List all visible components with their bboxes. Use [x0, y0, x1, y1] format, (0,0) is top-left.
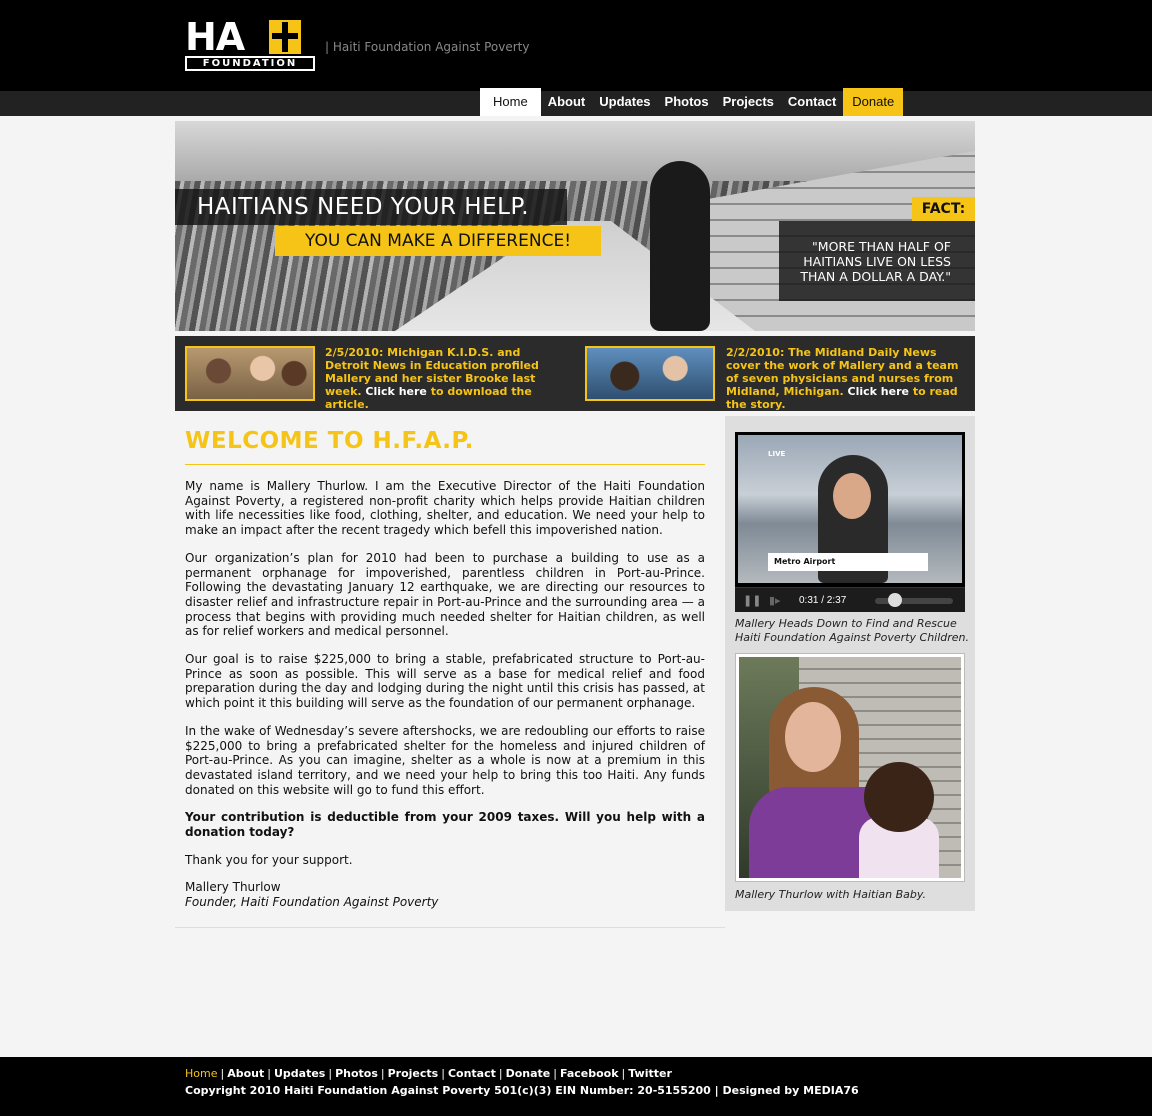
footer-separator: | — [553, 1067, 557, 1080]
sidebar: LIVE Metro Airport ❚❚ ▮▸ 0:31 / 2:37 Mal… — [725, 416, 975, 911]
title-divider — [185, 464, 705, 465]
hero-banner: HAITIANS NEED YOUR HELP. YOU CAN MAKE A … — [175, 121, 975, 331]
sidebar-photo[interactable] — [735, 653, 965, 882]
banner-sky — [175, 121, 975, 181]
news-item-2-link[interactable]: Click here — [848, 385, 909, 398]
thanks-text: Thank you for your support. — [185, 852, 353, 867]
footer-separator: | — [328, 1067, 333, 1080]
news-item-1: 2/5/2010: Michigan K.I.D.S. and Detroit … — [325, 346, 565, 411]
main-content: WELCOME TO H.F.A.P. My name is Mallery T… — [175, 416, 725, 928]
news-item-2: 2/2/2010: The Midland Daily News cover t… — [726, 346, 966, 411]
fact-label: FACT: — [912, 197, 975, 221]
nav-updates[interactable]: Updates — [592, 88, 657, 116]
footer-separator: | — [498, 1067, 503, 1080]
news-thumbnail-1[interactable] — [185, 346, 315, 401]
video-controls: ❚❚ ▮▸ 0:31 / 2:37 — [735, 587, 965, 612]
nav-photos[interactable]: Photos — [658, 88, 716, 116]
footer-separator: | — [441, 1067, 445, 1080]
fact-text: "MORE THAN HALF OF HAITIANS LIVE ON LESS… — [779, 221, 975, 301]
banner-figure — [650, 161, 710, 331]
volume-icon[interactable]: ▮▸ — [769, 594, 785, 607]
site-header: HAI FOUNDATION | Haiti Foundation Agains… — [0, 0, 1152, 91]
footer-separator: | — [380, 1067, 385, 1080]
pause-icon[interactable]: ❚❚ — [743, 594, 761, 607]
site-logo[interactable]: HAI FOUNDATION — [185, 18, 315, 71]
footer-separator: | — [220, 1067, 225, 1080]
news-thumbnail-2[interactable] — [585, 346, 715, 401]
site-tagline: | Haiti Foundation Against Poverty — [325, 40, 530, 54]
nav-projects[interactable]: Projects — [716, 88, 781, 116]
footer-link-contact[interactable]: Contact — [448, 1067, 496, 1080]
footer-link-home[interactable]: Home — [185, 1067, 217, 1080]
site-footer: Home | About | Updates | Photos | Projects | Conta… — [0, 1057, 1152, 1116]
video-time: 0:31 / 2:37 — [799, 595, 847, 606]
photo-baby-head — [864, 762, 934, 832]
footer-link-photos[interactable]: Photos — [335, 1067, 378, 1080]
video-player[interactable]: LIVE Metro Airport ❚❚ ▮▸ 0:31 / 2:37 — [735, 432, 965, 612]
news-strip: 2/5/2010: Michigan K.I.D.S. and Detroit … — [175, 336, 975, 411]
banner-headline: HAITIANS NEED YOUR HELP. — [175, 189, 567, 225]
signature-name: Mallery Thurlow — [185, 880, 281, 895]
footer-link-updates[interactable]: Updates — [274, 1067, 325, 1080]
signature-role: Founder, Haiti Foundation Against Povert… — [185, 895, 439, 910]
paragraph-2: Our organization’s plan for 2010 had bee… — [185, 550, 705, 639]
logo-subtext: FOUNDATION — [185, 56, 315, 71]
paragraph-1: My name is Mallery Thurlow. I am the Exe… — [185, 479, 705, 538]
footer-link-projects[interactable]: Projects — [388, 1067, 439, 1080]
paragraph-3: Our goal is to raise $225,000 to bring a… — [185, 652, 705, 711]
news-image-1 — [187, 348, 313, 399]
nav-about[interactable]: About — [541, 88, 593, 116]
nav-home[interactable]: Home — [480, 88, 541, 116]
video-caption: Mallery Heads Down to Find and Rescue Ha… — [735, 617, 970, 644]
banner-subheadline: YOU CAN MAKE A DIFFERENCE! — [275, 226, 601, 256]
photo-image — [739, 657, 961, 878]
photo-caption: Mallery Thurlow with Haitian Baby. — [735, 888, 927, 901]
welcome-body: My name is Mallery Thurlow. I am the Exe… — [185, 479, 705, 923]
photo-woman-face — [785, 702, 841, 772]
video-frame[interactable]: LIVE Metro Airport — [738, 435, 962, 583]
tax-deductible-note: Your contribution is deductible from you… — [185, 810, 705, 840]
footer-link-facebook[interactable]: Facebook — [560, 1067, 619, 1080]
video-progress-track[interactable] — [875, 598, 953, 604]
paragraph-4: In the wake of Wednesday’s severe afters… — [185, 723, 705, 797]
news-item-1-link[interactable]: Click here — [365, 385, 426, 398]
footer-links: Home | About | Updates | Photos | Projects | Conta… — [185, 1067, 672, 1080]
video-lower-third: Metro Airport — [768, 553, 928, 571]
video-live-label: LIVE — [768, 450, 786, 458]
nav-contact[interactable]: Contact — [781, 88, 843, 116]
footer-link-about[interactable]: About — [227, 1067, 264, 1080]
video-progress-handle[interactable] — [887, 593, 902, 607]
footer-separator: | — [267, 1067, 271, 1080]
logo-cross-icon — [269, 20, 301, 54]
news-image-2 — [587, 348, 713, 399]
video-reporter-face — [833, 473, 871, 519]
page-title: WELCOME TO H.F.A.P. — [185, 428, 474, 454]
footer-link-twitter[interactable]: Twitter — [628, 1067, 672, 1080]
nav-donate[interactable]: Donate — [843, 88, 904, 116]
footer-link-donate[interactable]: Donate — [506, 1067, 551, 1080]
main-nav: Home About Updates Photos Projects Conta… — [480, 88, 904, 116]
footer-separator: | — [621, 1067, 626, 1080]
footer-copyright: Copyright 2010 Haiti Foundation Against … — [185, 1084, 859, 1097]
signature: Mallery Thurlow Founder, Haiti Foundatio… — [185, 880, 705, 909]
